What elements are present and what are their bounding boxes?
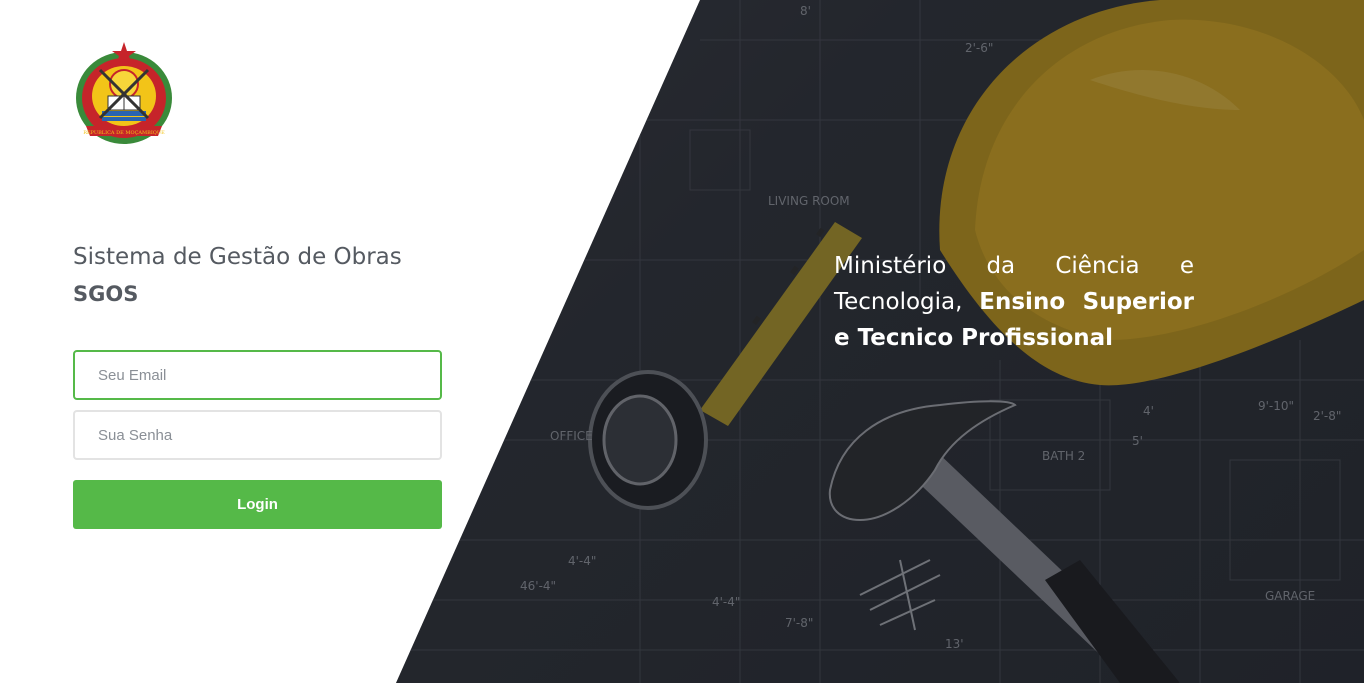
svg-text:REPUBLICA DE MOÇAMBIQUE: REPUBLICA DE MOÇAMBIQUE bbox=[83, 130, 165, 136]
mozambique-emblem-icon: REPUBLICA DE MOÇAMBIQUE bbox=[72, 40, 176, 148]
email-field[interactable] bbox=[75, 352, 440, 398]
email-field-wrapper bbox=[73, 350, 442, 400]
ministry-heading: Ministério da Ciência e Tecnologia, Ensi… bbox=[834, 248, 1194, 356]
password-field[interactable] bbox=[75, 412, 440, 458]
app-acronym: SGOS bbox=[73, 282, 139, 306]
login-button[interactable]: Login bbox=[73, 480, 442, 529]
password-field-wrapper bbox=[73, 410, 442, 460]
app-title: Sistema de Gestão de Obras bbox=[73, 244, 402, 270]
